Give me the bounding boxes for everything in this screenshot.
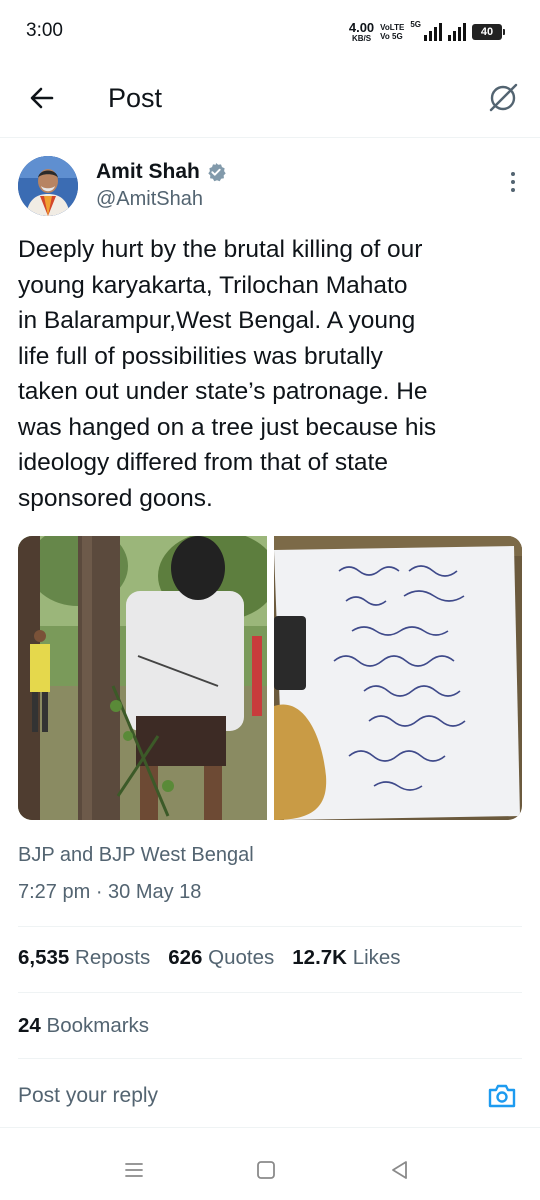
- network-speed-value: 4.00: [348, 19, 375, 35]
- media-photo-1[interactable]: [18, 536, 267, 820]
- status-bar: 3:00 4.00 KB/S VoLTE Vo 5G 5G 40: [0, 0, 540, 62]
- volte-label-2: Vo 5G: [380, 32, 403, 41]
- back-button[interactable]: [26, 82, 58, 114]
- volte-label-1: VoLTE: [380, 23, 405, 32]
- media-caption[interactable]: BJP and BJP West Bengal: [18, 844, 254, 867]
- author-name-row[interactable]: Amit Shah: [96, 160, 226, 184]
- reposts-label: Reposts: [75, 946, 151, 969]
- avatar-image: [18, 156, 78, 216]
- likes-stat[interactable]: 12.7K Likes: [292, 946, 400, 970]
- network-type: 5G: [410, 20, 421, 29]
- bookmarks-count: 24: [18, 1014, 41, 1037]
- more-vertical-icon: [511, 172, 515, 192]
- camera-icon: [488, 1084, 516, 1108]
- quotes-count: 626: [168, 946, 203, 969]
- divider: [18, 1058, 522, 1059]
- home-button[interactable]: [252, 1156, 280, 1184]
- volte-indicator: VoLTE Vo 5G: [380, 23, 404, 41]
- tweet-text: Deeply hurt by the brutal killing of our…: [18, 236, 437, 512]
- bookmarks-stat[interactable]: 24 Bookmarks: [18, 1014, 149, 1038]
- divider: [18, 926, 522, 927]
- reply-divider: [0, 1127, 540, 1128]
- more-options-button[interactable]: [508, 170, 518, 194]
- battery-level: 40: [480, 26, 494, 38]
- network-speed: 4.00 KB/S: [348, 19, 375, 43]
- media-photo-2[interactable]: [274, 536, 522, 820]
- reply-input[interactable]: Post your reply: [18, 1084, 458, 1108]
- quotes-stat[interactable]: 626 Quotes: [168, 946, 274, 970]
- home-square-icon: [257, 1161, 275, 1179]
- status-icons: 4.00 KB/S VoLTE Vo 5G 5G 40: [348, 19, 505, 44]
- recent-apps-button[interactable]: [120, 1156, 148, 1184]
- reposts-stat[interactable]: 6,535 Reposts: [18, 946, 150, 970]
- author-name[interactable]: Amit Shah: [96, 160, 200, 184]
- tweet-timestamp: 7:27 pm · 30 May 18: [18, 881, 202, 903]
- top-app-bar: Post: [0, 62, 540, 138]
- arrow-left-icon: [30, 87, 54, 109]
- author-handle[interactable]: @AmitShah: [96, 188, 203, 211]
- camera-button[interactable]: [486, 1080, 518, 1112]
- engagement-stats: 6,535 Reposts 626 Quotes 12.7K Likes: [18, 946, 401, 970]
- signal-strength-2-icon: [448, 23, 466, 41]
- quotes-label: Quotes: [208, 946, 275, 969]
- system-nav-bar: [0, 1140, 540, 1200]
- divider: [18, 992, 522, 993]
- page-title: Post: [108, 83, 163, 113]
- grok-icon: [489, 83, 518, 112]
- grok-button[interactable]: [486, 81, 520, 115]
- signal-strength-icon: [424, 23, 442, 41]
- menu-icon: [125, 1163, 143, 1177]
- back-triangle-icon: [392, 1161, 407, 1179]
- likes-label: Likes: [352, 946, 401, 969]
- network-speed-unit: KB/S: [351, 33, 372, 43]
- reposts-count: 6,535: [18, 946, 70, 969]
- bookmarks-label: Bookmarks: [46, 1014, 150, 1037]
- likes-count: 12.7K: [292, 946, 347, 969]
- author-avatar[interactable]: [18, 156, 78, 216]
- tweet-media[interactable]: [18, 536, 522, 820]
- battery-icon: 40: [472, 24, 505, 40]
- status-time: 3:00: [26, 20, 63, 41]
- system-back-button[interactable]: [386, 1156, 414, 1184]
- verified-badge-icon: [208, 163, 226, 182]
